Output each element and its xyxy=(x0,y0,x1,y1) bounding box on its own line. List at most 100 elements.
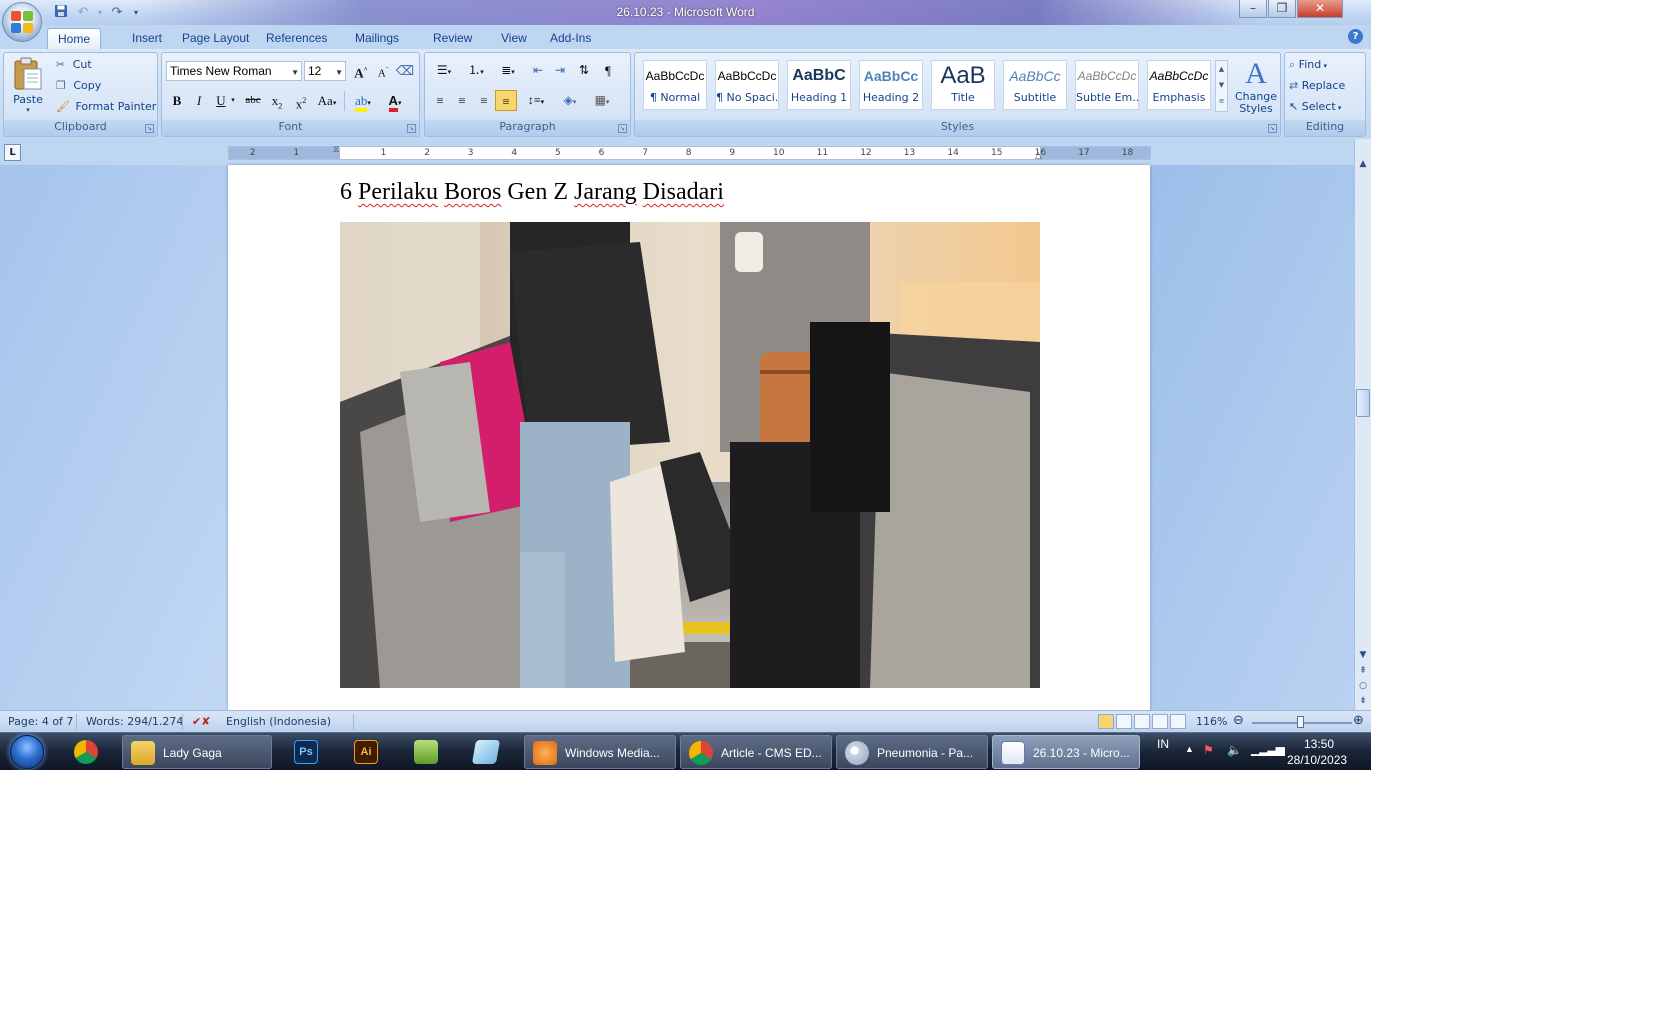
grow-font-button[interactable]: A^ xyxy=(350,60,372,81)
format-painter-button[interactable]: 🖌 Format Painter xyxy=(56,100,156,113)
align-right-icon[interactable]: ≡ xyxy=(473,90,495,111)
scroll-down-icon[interactable]: ▼ xyxy=(1356,648,1370,662)
tab-insert[interactable]: Insert xyxy=(122,28,172,49)
paste-button[interactable]: Paste ▾ xyxy=(8,57,48,119)
justify-icon[interactable]: ≡ xyxy=(495,90,517,111)
chevron-up-icon[interactable]: ▲ xyxy=(1216,61,1227,77)
close-button[interactable]: ✕ xyxy=(1297,0,1343,18)
superscript-button[interactable]: x2 xyxy=(290,90,312,111)
decrease-indent-icon[interactable]: ⇤ xyxy=(527,60,549,81)
subscript-button[interactable]: x2 xyxy=(266,90,288,111)
tab-add-ins[interactable]: Add-Ins xyxy=(540,28,601,49)
tab-home[interactable]: Home xyxy=(47,28,102,49)
save-icon[interactable] xyxy=(52,4,70,22)
taskbar-app-blue[interactable] xyxy=(464,735,508,769)
print-layout-view-icon[interactable] xyxy=(1098,714,1114,729)
style-subtitle[interactable]: AaBbCc Subtitle xyxy=(1003,60,1067,110)
tab-review[interactable]: Review xyxy=(423,28,482,49)
show-formatting-icon[interactable]: ¶ xyxy=(597,60,619,81)
change-case-button[interactable]: Aa▾ xyxy=(314,90,340,111)
document-image[interactable] xyxy=(340,222,1040,688)
styles-scroll[interactable]: ▲ ▼ ≡ xyxy=(1215,60,1228,112)
previous-page-icon[interactable]: ⇞ xyxy=(1356,664,1370,678)
page-count[interactable]: Page: 4 of 7 xyxy=(8,715,73,728)
font-color-icon[interactable]: A▾ xyxy=(380,90,410,112)
shading-icon[interactable]: ◈▾ xyxy=(555,90,585,111)
next-page-icon[interactable]: ⇟ xyxy=(1356,694,1370,708)
taskbar-article-cms[interactable]: Article - CMS ED... xyxy=(680,735,832,769)
italic-button[interactable]: I xyxy=(188,90,210,111)
undo-icon[interactable]: ↶ xyxy=(74,4,92,22)
taskbar-app-green[interactable] xyxy=(404,735,448,769)
taskbar-lady-gaga[interactable]: Lady Gaga xyxy=(122,735,272,769)
start-button[interactable] xyxy=(2,733,50,770)
replace-button[interactable]: ⇄ Replace xyxy=(1289,79,1345,92)
font-name-combo[interactable]: Times New Roman ▼ xyxy=(166,61,302,81)
taskbar-pneumonia-paint[interactable]: Pneumonia - Pa... xyxy=(836,735,988,769)
volume-icon[interactable]: 🔈 xyxy=(1227,743,1242,757)
bullets-icon[interactable]: ☰▾ xyxy=(429,60,459,81)
word-count[interactable]: Words: 294/1.274 xyxy=(86,715,183,728)
undo-dropdown-icon[interactable]: ▾ xyxy=(96,4,104,22)
redo-icon[interactable]: ↷ xyxy=(108,4,126,22)
clock-date[interactable]: 28/10/2023 xyxy=(1287,753,1347,767)
indent-marker[interactable]: ⧖ xyxy=(333,145,339,155)
office-button[interactable] xyxy=(2,2,42,42)
style-no-spacing[interactable]: AaBbCcDc ¶ No Spaci... xyxy=(715,60,779,110)
font-launcher-icon[interactable]: ↘ xyxy=(407,124,416,133)
style-heading-1[interactable]: AaBbC Heading 1 xyxy=(787,60,851,110)
highlight-icon[interactable]: ab▾ xyxy=(348,90,378,112)
line-spacing-icon[interactable]: ↕≡▾ xyxy=(521,90,551,111)
copy-button[interactable]: ❐ Copy xyxy=(56,79,101,92)
clear-formatting-icon[interactable]: ⌫ xyxy=(394,60,416,81)
more-styles-icon[interactable]: ≡ xyxy=(1216,93,1227,109)
tab-view[interactable]: View xyxy=(491,28,537,49)
horizontal-ruler[interactable]: 2 1 1 2 3 4 5 6 7 8 9 10 11 12 13 14 15 16 17 18 ⧖ △ xyxy=(228,145,1151,161)
language-indicator[interactable]: English (Indonesia) xyxy=(226,715,331,728)
scroll-up-icon[interactable]: ▲ xyxy=(1356,157,1370,171)
restore-button[interactable]: ❐ xyxy=(1268,0,1296,18)
style-subtle-emphasis[interactable]: AaBbCcDc Subtle Em... xyxy=(1075,60,1139,110)
multilevel-list-icon[interactable]: ≣▾ xyxy=(493,60,523,81)
style-heading-2[interactable]: AaBbCc Heading 2 xyxy=(859,60,923,110)
scroll-thumb[interactable] xyxy=(1356,389,1370,417)
browse-object-icon[interactable]: ○ xyxy=(1356,679,1370,693)
taskbar-illustrator[interactable]: Ai xyxy=(344,735,388,769)
customize-qat-icon[interactable]: ▾ xyxy=(130,4,142,22)
zoom-out-icon[interactable]: ⊖ xyxy=(1233,713,1244,728)
taskbar-photoshop[interactable]: Ps xyxy=(284,735,328,769)
styles-launcher-icon[interactable]: ↘ xyxy=(1268,124,1277,133)
help-icon[interactable]: ? xyxy=(1348,29,1363,44)
cut-button[interactable]: ✂ Cut xyxy=(56,58,92,71)
document-page[interactable]: 6 Perilaku Boros Gen Z Jarang Disadari xyxy=(228,165,1150,710)
chevron-down-icon[interactable]: ▼ xyxy=(1216,77,1227,93)
vertical-scrollbar[interactable]: ▲ ▼ ⇞ ○ ⇟ xyxy=(1354,139,1371,710)
paragraph-launcher-icon[interactable]: ↘ xyxy=(618,124,627,133)
proofing-icon[interactable]: ✔✘ xyxy=(192,715,210,728)
sort-icon[interactable]: ⇅ xyxy=(573,60,595,81)
clipboard-launcher-icon[interactable]: ↘ xyxy=(145,124,154,133)
minimize-button[interactable]: – xyxy=(1239,0,1267,18)
align-left-icon[interactable]: ≡ xyxy=(429,90,451,111)
full-screen-reading-icon[interactable] xyxy=(1116,714,1132,729)
clock-time[interactable]: 13:50 xyxy=(1304,737,1334,751)
network-warning-icon[interactable]: ⚑ xyxy=(1203,743,1214,757)
taskbar-chrome[interactable] xyxy=(68,735,112,769)
align-center-icon[interactable]: ≡ xyxy=(451,90,473,111)
zoom-slider-thumb[interactable] xyxy=(1297,716,1304,728)
zoom-level[interactable]: 116% xyxy=(1196,715,1227,728)
zoom-in-icon[interactable]: ⊕ xyxy=(1353,713,1364,728)
tab-page-layout[interactable]: Page Layout xyxy=(172,28,259,49)
font-size-combo[interactable]: 12 ▼ xyxy=(304,61,346,81)
style-emphasis[interactable]: AaBbCcDc Emphasis xyxy=(1147,60,1211,110)
outline-view-icon[interactable] xyxy=(1152,714,1168,729)
tab-mailings[interactable]: Mailings xyxy=(345,28,409,49)
show-hidden-icons-icon[interactable]: ▲ xyxy=(1185,744,1194,754)
tab-references[interactable]: References xyxy=(256,28,337,49)
taskbar-word[interactable]: 26.10.23 - Micro... xyxy=(992,735,1140,769)
find-button[interactable]: ⌕ Find ▾ xyxy=(1289,58,1327,72)
draft-view-icon[interactable] xyxy=(1170,714,1186,729)
strikethrough-button[interactable]: abc xyxy=(242,90,264,111)
input-language[interactable]: IN xyxy=(1157,737,1169,751)
right-indent-marker[interactable]: △ xyxy=(1035,151,1042,161)
